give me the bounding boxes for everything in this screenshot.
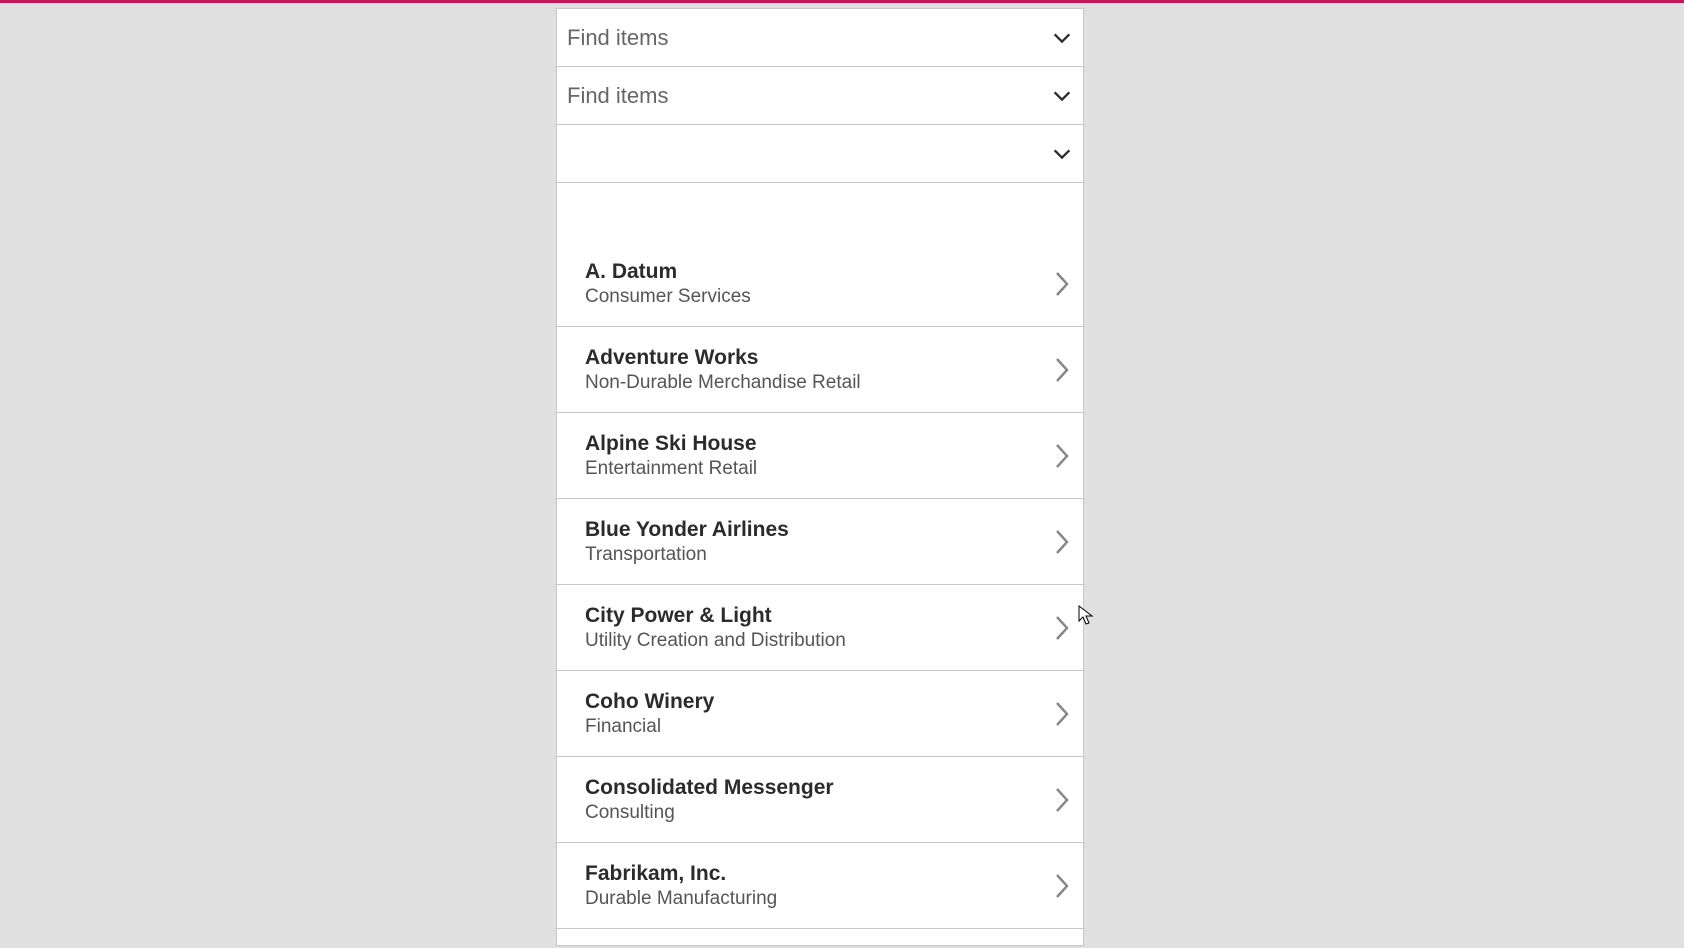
accent-top-border — [0, 0, 1684, 3]
chevron-right-icon — [1053, 441, 1071, 471]
list-item-title: Alpine Ski House — [585, 432, 757, 456]
list-item-subtitle: Non-Durable Merchandise Retail — [585, 372, 861, 394]
list-item-subtitle: Consulting — [585, 802, 834, 824]
list-item[interactable]: Adventure Works Non-Durable Merchandise … — [557, 327, 1083, 413]
list-item[interactable]: A. Datum Consumer Services — [557, 241, 1083, 327]
app-panel: Find items Find items A. Datum Consume — [556, 8, 1084, 946]
list-item-title: Adventure Works — [585, 346, 861, 370]
chevron-right-icon — [1053, 527, 1071, 557]
list-item-title: Blue Yonder Airlines — [585, 518, 789, 542]
combo-box-2[interactable]: Find items — [557, 67, 1083, 125]
list-item[interactable]: Consolidated Messenger Consulting — [557, 757, 1083, 843]
list-item-title: A. Datum — [585, 260, 751, 284]
list-item[interactable]: Blue Yonder Airlines Transportation — [557, 499, 1083, 585]
chevron-right-icon — [1053, 355, 1071, 385]
spacer — [557, 183, 1083, 241]
chevron-down-icon — [1051, 85, 1073, 107]
list-item-subtitle: Entertainment Retail — [585, 458, 757, 480]
combo-box-3[interactable] — [557, 125, 1083, 183]
list-item[interactable]: Fourth Coffee — [557, 929, 1083, 945]
list-item[interactable]: City Power & Light Utility Creation and … — [557, 585, 1083, 671]
chevron-right-icon — [1053, 699, 1071, 729]
list-item[interactable]: Fabrikam, Inc. Durable Manufacturing — [557, 843, 1083, 929]
list-item-subtitle: Durable Manufacturing — [585, 888, 777, 910]
list-item-title: Fabrikam, Inc. — [585, 862, 777, 886]
chevron-down-icon — [1051, 27, 1073, 49]
list-item-title: Consolidated Messenger — [585, 776, 834, 800]
chevron-right-icon — [1053, 269, 1071, 299]
combo-box-1[interactable]: Find items — [557, 9, 1083, 67]
list-item[interactable]: Coho Winery Financial — [557, 671, 1083, 757]
list-item-title: Coho Winery — [585, 690, 714, 714]
combo-placeholder: Find items — [567, 25, 668, 51]
chevron-right-icon — [1053, 871, 1071, 901]
list-item-title: City Power & Light — [585, 604, 846, 628]
list-item-subtitle: Financial — [585, 716, 714, 738]
chevron-right-icon — [1053, 785, 1071, 815]
combo-placeholder: Find items — [567, 83, 668, 109]
list-item-subtitle: Utility Creation and Distribution — [585, 630, 846, 652]
items-list[interactable]: A. Datum Consumer Services Adventure Wor… — [557, 241, 1083, 945]
list-item-subtitle: Consumer Services — [585, 286, 751, 308]
chevron-right-icon — [1053, 613, 1071, 643]
list-item[interactable]: Alpine Ski House Entertainment Retail — [557, 413, 1083, 499]
chevron-down-icon — [1051, 143, 1073, 165]
list-item-subtitle: Transportation — [585, 544, 789, 566]
